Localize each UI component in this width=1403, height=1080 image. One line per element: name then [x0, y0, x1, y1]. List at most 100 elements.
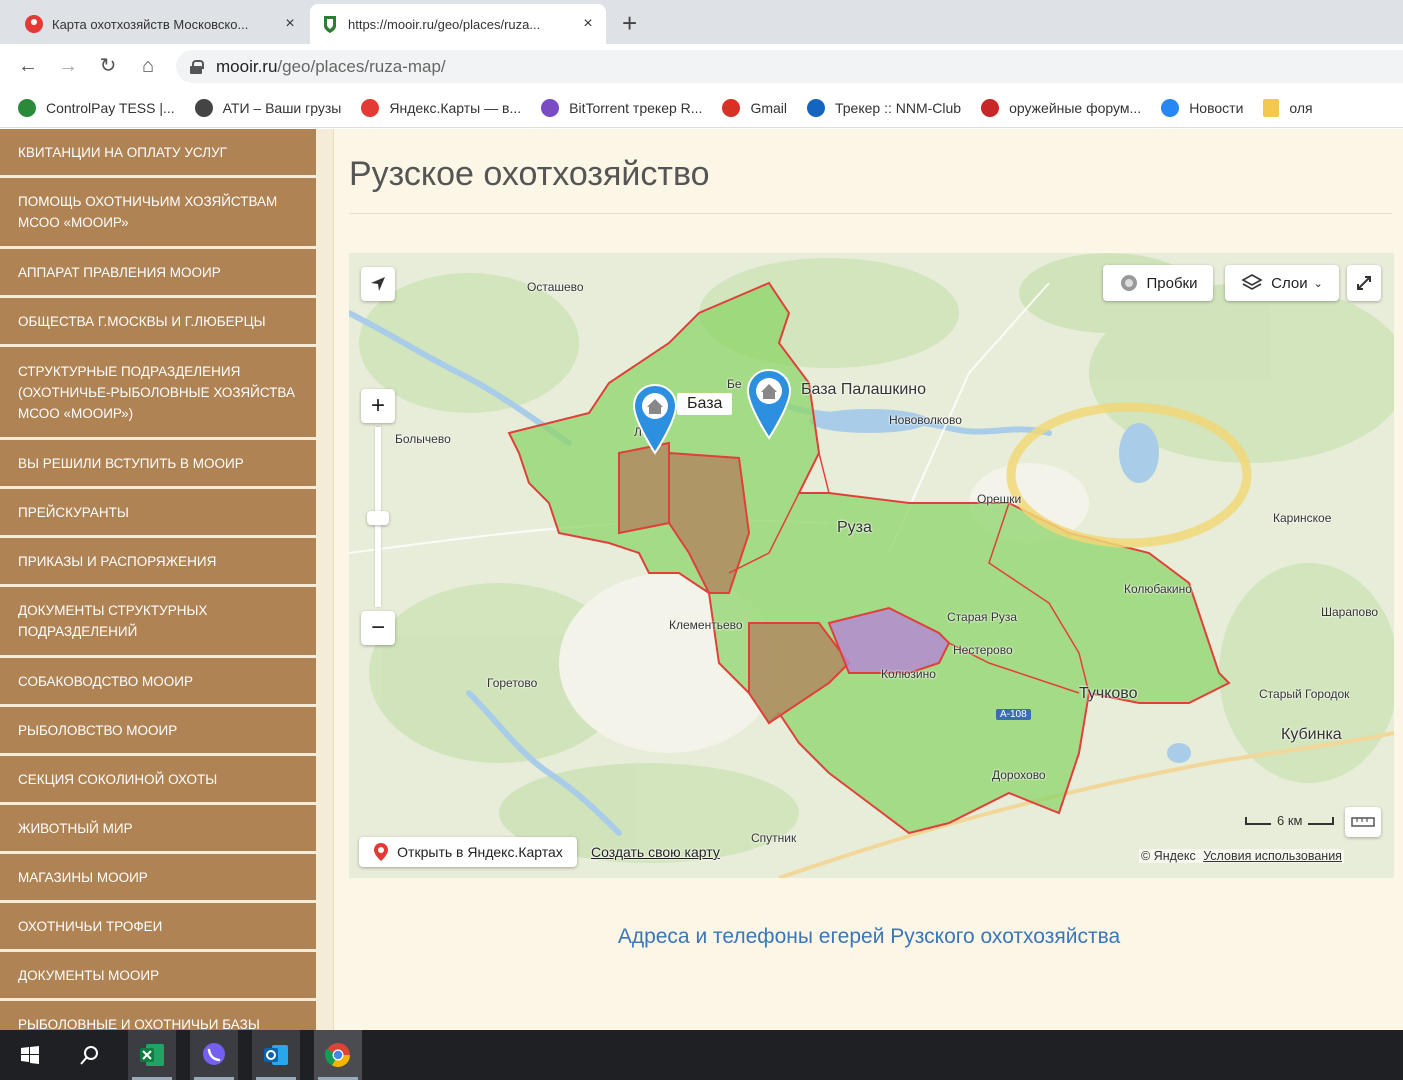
address-bar[interactable]: mooir.ru/geo/places/ruza-map/ [176, 50, 1403, 83]
chrome-icon[interactable] [314, 1030, 362, 1080]
bookmark-label: оружейные форум... [1009, 99, 1142, 116]
sidebar-menu-label: ПРЕЙСКУРАНТЫ [18, 504, 129, 520]
bookmark-item[interactable]: АТИ – Ваши грузы [194, 98, 341, 117]
sidebar-menu-item[interactable]: РЫБОЛОВНЫЕ И ОХОТНИЧЬИ БАЗЫ [0, 1001, 316, 1030]
windows-taskbar [0, 1030, 1403, 1080]
fullscreen-button[interactable] [1347, 265, 1381, 301]
sidebar-menu-item[interactable]: МАГАЗИНЫ МООиР [0, 854, 316, 902]
house-pin-icon[interactable] [631, 383, 679, 455]
sidebar-menu-item[interactable]: ВЫ РЕШИЛИ ВСТУПИТЬ В МООиР [0, 440, 316, 488]
bookmark-item[interactable]: Gmail [722, 98, 787, 117]
sidebar-menu-item[interactable]: ОХОТНИЧЬИ ТРОФЕИ [0, 903, 316, 951]
bookmark-item[interactable]: BitTorrent трекер R... [541, 98, 703, 117]
sidebar-menu-item[interactable]: РЫБОЛОВСТВО МООиР [0, 707, 316, 755]
new-tab-button[interactable]: + [622, 8, 637, 39]
tab-mooir[interactable]: https://mooir.ru/geo/places/ruza... × [310, 4, 606, 44]
copyright-text: © Яндекс [1141, 849, 1196, 863]
place-label: Нестерово [953, 643, 1013, 657]
gmail-icon [722, 98, 741, 117]
map-pin-icon [374, 843, 389, 861]
layers-icon [1241, 274, 1263, 290]
yandex-map[interactable]: Осташево Болычево Нововолково Орешки Руз… [349, 253, 1394, 878]
tab-yandex-map[interactable]: Карта охотхозяйств Московско... × [14, 4, 308, 44]
ati-icon [194, 98, 213, 117]
tab-close-icon[interactable]: × [282, 15, 298, 33]
bookmark-item[interactable]: оля [1263, 98, 1313, 117]
bookmark-label: Новости [1189, 99, 1244, 116]
sidebar-menu-item[interactable]: ДОКУМЕНТЫ МООиР [0, 952, 316, 1000]
nnm-icon [807, 98, 825, 117]
map-canvas[interactable] [349, 253, 1394, 878]
zoom-in-button[interactable]: + [361, 389, 395, 423]
reload-icon[interactable]: ↻ [94, 52, 122, 80]
sidebar-menu-label: ДОКУМЕНТЫ СТРУКТУРНЫХ ПОДРАЗДЕЛЕНИЙ [18, 603, 208, 639]
excel-icon[interactable] [128, 1030, 176, 1080]
traffic-light-icon [1120, 275, 1137, 291]
zoom-out-button[interactable]: − [361, 611, 395, 645]
bookmark-label: ControlPay TESS |... [46, 99, 175, 116]
url-host: mooir.ru [216, 56, 278, 76]
mooir-favicon-icon [324, 16, 336, 33]
sidebar-menu-item[interactable]: АППАРАТ ПРАВЛЕНИЯ МООиР [0, 249, 316, 297]
bookmark-item[interactable]: Яндекс.Карты — в... [361, 98, 521, 117]
sidebar-menu-label: ОХОТНИЧЬИ ТРОФЕИ [18, 918, 163, 934]
layers-label: Слои [1271, 274, 1308, 292]
tab-strip: Карта охотхозяйств Московско... × https:… [0, 0, 1403, 44]
zoom-slider-handle[interactable] [367, 511, 389, 525]
create-map-link[interactable]: Создать свою карту [591, 844, 720, 860]
yandex-maps-icon [361, 98, 380, 117]
sidebar-menu-label: МАГАЗИНЫ МООиР [18, 869, 148, 885]
place-label: Колюзино [881, 667, 936, 681]
pin-label: База [677, 393, 733, 415]
bookmark-item[interactable]: ControlPay TESS |... [18, 98, 175, 117]
bookmark-item[interactable]: Трекер :: NNM-Club [807, 98, 961, 117]
traffic-label: Пробки [1146, 274, 1198, 292]
ruler-button[interactable] [1345, 807, 1381, 837]
place-label: Клементьево [669, 618, 743, 632]
sidebar-menu-item[interactable]: ПРЕЙСКУРАНТЫ [0, 489, 316, 537]
place-label: Орешки [977, 492, 1022, 506]
sidebar-menu-item[interactable]: ПРИКАЗЫ И РАСПОРЯЖЕНИЯ [0, 538, 316, 586]
sidebar-menu-item[interactable]: СЕКЦИЯ СОКОЛИНОЙ ОХОТЫ [0, 756, 316, 804]
tab-title: https://mooir.ru/geo/places/ruza... [348, 16, 541, 32]
tab-close-icon[interactable]: × [580, 15, 596, 33]
bookmark-item[interactable]: Новости [1161, 98, 1244, 117]
sidebar-menu-item[interactable]: СОБАКОВОДСТВО МООиР [0, 658, 316, 706]
terms-link[interactable]: Условия использования [1203, 849, 1342, 863]
search-icon[interactable] [66, 1030, 114, 1080]
sidebar-menu-label: СОБАКОВОДСТВО МООиР [18, 673, 193, 689]
place-label: Болычево [395, 432, 451, 446]
rangers-contacts-link[interactable]: Адреса и телефоны егерей Рузского охотхо… [334, 925, 1403, 949]
controlpay-icon [18, 98, 36, 117]
windows-start-icon[interactable] [6, 1030, 54, 1080]
bookmark-item[interactable]: оружейные форум... [981, 98, 1142, 117]
bittorrent-icon [541, 98, 560, 117]
place-label: Шарапово [1321, 605, 1379, 619]
lock-icon [190, 59, 204, 74]
bookmark-label: BitTorrent трекер R... [569, 99, 703, 116]
layers-button[interactable]: Слои ⌄ [1225, 265, 1339, 301]
open-in-yandex-button[interactable]: Открыть в Яндекс.Картах [359, 837, 577, 867]
vk-icon [1161, 98, 1180, 117]
page-title: Рузское охотхозяйство [349, 155, 710, 193]
geolocation-button[interactable] [361, 267, 395, 301]
outlook-icon[interactable] [252, 1030, 300, 1080]
folder-icon [1263, 98, 1280, 117]
sidebar-menu-label: РЫБОЛОВНЫЕ И ОХОТНИЧЬИ БАЗЫ [18, 1016, 260, 1031]
sidebar-menu-item[interactable]: ПОМОЩЬ ОХОТНИЧЬИМ ХОЗЯЙСТВАМ МСОО «МООиР… [0, 178, 316, 248]
sidebar-menu-item[interactable]: ЖИВОТНЫЙ МИР [0, 805, 316, 853]
sidebar-menu-label: ДОКУМЕНТЫ МООиР [18, 967, 160, 983]
pin-label: База Палашкино [801, 381, 927, 398]
location-arrow-icon [371, 277, 385, 291]
traffic-button[interactable]: Пробки [1103, 265, 1213, 301]
home-icon[interactable]: ⌂ [134, 52, 162, 80]
sidebar-menu-item[interactable]: ОБЩЕСТВА г.МОСКВЫ И г.ЛЮБЕРЦЫ [0, 298, 316, 346]
sidebar-menu-item[interactable]: КВИТАНЦИИ НА ОПЛАТУ УСЛУГ [0, 129, 316, 177]
sidebar-menu-label: СЕКЦИЯ СОКОЛИНОЙ ОХОТЫ [18, 771, 218, 787]
sidebar-menu-item[interactable]: ДОКУМЕНТЫ СТРУКТУРНЫХ ПОДРАЗДЕЛЕНИЙ [0, 587, 316, 657]
forward-arrow-icon[interactable]: → [54, 52, 82, 80]
viber-icon[interactable] [190, 1030, 238, 1080]
back-arrow-icon[interactable]: ← [14, 52, 42, 80]
house-pin-icon[interactable] [745, 368, 793, 440]
sidebar-menu-item[interactable]: СТРУКТУРНЫЕ ПОДРАЗДЕЛЕНИЯ (ОХОТНИЧЬЕ-РЫБ… [0, 347, 316, 439]
